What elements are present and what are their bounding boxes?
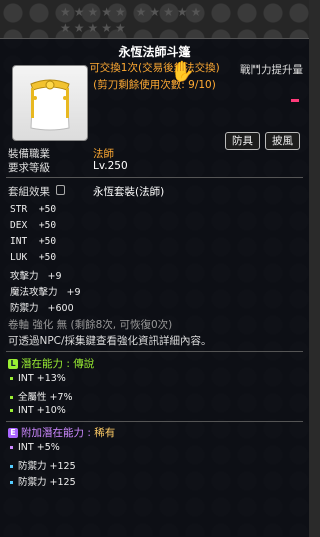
pointer-hand-icon: ✋: [170, 59, 195, 83]
bullet-icon: [10, 446, 13, 449]
additional-line: 防禦力 +125: [10, 474, 76, 488]
additional-grade: 稀有: [94, 427, 116, 439]
stat-row: 魔法攻擊力 +9: [10, 284, 81, 298]
tag-armor: 防具: [225, 132, 260, 150]
set-row: 套組效果 永恆套裝(法師): [8, 184, 164, 199]
stat-row: 防禦力 +600: [10, 300, 74, 314]
stat-value: +600: [47, 303, 74, 314]
power-increase-label: 戰鬥力提升量: [240, 64, 303, 76]
set-lock-icon: [56, 185, 66, 195]
stat-name: DEX: [10, 220, 28, 231]
additional-text: INT +5%: [18, 442, 60, 453]
item-name: 永恆法師斗篷: [118, 45, 191, 59]
power-decrease-indicator: [291, 99, 299, 102]
additional-line: 防禦力 +125: [10, 458, 76, 472]
stat-name: 防禦力: [10, 303, 39, 314]
potential-text: 全屬性 +7%: [18, 392, 73, 403]
stat-name: LUK: [10, 252, 28, 263]
job-value: 法師: [93, 148, 114, 160]
level-row: 要求等級 Lv.250: [8, 160, 128, 175]
divider: [6, 351, 303, 352]
level-label: 要求等級: [8, 162, 50, 174]
job-row: 裝備職業 法師: [8, 146, 114, 161]
potential-label: 潛在能力 :: [21, 358, 74, 370]
stat-row: STR +50: [10, 204, 56, 215]
stat-row: INT +50: [10, 236, 56, 247]
bullet-icon: [10, 481, 13, 484]
bullet-icon: [10, 465, 13, 468]
divider: [6, 421, 303, 422]
job-label: 裝備職業: [8, 148, 50, 160]
item-icon-frame: [12, 65, 88, 141]
tag-cape: 披風: [265, 132, 300, 150]
stat-row: 攻擊力 +9: [10, 268, 62, 282]
item-tooltip: 永恆法師斗篷 可交換1次(交易後無法交換) (剪刀剩餘使用次數: 9/10) ✋…: [0, 38, 309, 537]
potential-line: INT +13%: [10, 373, 66, 384]
set-label: 套組效果: [8, 186, 50, 198]
level-value: Lv.250: [93, 160, 128, 172]
potential-grade: 傳說: [73, 358, 95, 370]
potential-header: L 潛在能力 : 傳說: [8, 356, 94, 371]
additional-label: 附加潛在能力 :: [21, 427, 95, 439]
epic-badge-icon: E: [8, 428, 18, 438]
stat-row: DEX +50: [10, 220, 56, 231]
stat-name: INT: [10, 236, 28, 247]
stat-value: +50: [38, 204, 57, 215]
stat-name: STR: [10, 204, 28, 215]
potential-text: INT +10%: [18, 405, 66, 416]
stat-value: +50: [38, 236, 57, 247]
stat-value: +50: [38, 252, 57, 263]
bullet-icon: [10, 396, 13, 399]
additional-header: E 附加潛在能力 : 稀有: [8, 425, 115, 440]
stat-row: LUK +50: [10, 252, 56, 263]
scroll-info: 卷軸 強化 無 (剩餘8次, 可恢復0次): [8, 319, 173, 331]
stat-name: 攻擊力: [10, 271, 39, 282]
npc-note: 可透過NPC/採集鍵查看強化資訊詳細內容。: [8, 335, 212, 347]
cape-icon: [30, 79, 70, 131]
legendary-badge-icon: L: [8, 359, 18, 369]
additional-line: INT +5%: [10, 442, 60, 453]
potential-line: INT +10%: [10, 405, 66, 416]
stat-name: 魔法攻擊力: [10, 287, 58, 298]
stat-value: +50: [38, 220, 57, 231]
additional-text: 防禦力 +125: [18, 477, 76, 488]
stat-value: +9: [66, 287, 81, 298]
bullet-icon: [10, 377, 13, 380]
stat-value: +9: [47, 271, 62, 282]
potential-line: 全屬性 +7%: [10, 389, 73, 403]
background-stars: ★★★★★ ★★★★★ ★★★★★: [60, 5, 205, 35]
bullet-icon: [10, 409, 13, 412]
potential-text: INT +13%: [18, 373, 66, 384]
divider: [6, 177, 303, 178]
set-value: 永恆套裝(法師): [93, 186, 165, 198]
additional-text: 防禦力 +125: [18, 461, 76, 472]
